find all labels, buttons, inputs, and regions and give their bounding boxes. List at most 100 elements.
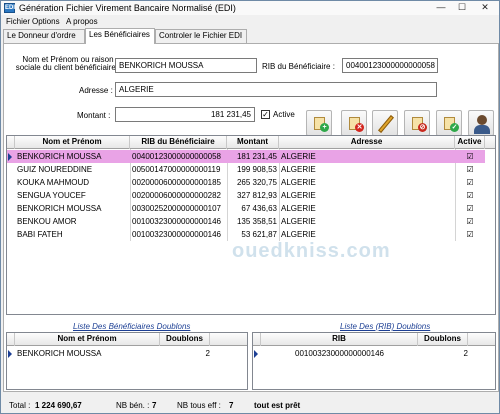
menu-bar: Fichier Options A propos (1, 16, 499, 28)
name-label-line2: sociale du client bénéficiaire : (15, 63, 121, 72)
add-button[interactable]: + (306, 110, 332, 136)
app-icon: EDI (4, 3, 16, 13)
name-cell: GUIZ NOUREDDINE (17, 165, 93, 174)
tab-donneur-ordre[interactable]: Le Donneur d'ordre (3, 29, 85, 43)
rib-cell: 00100323000000000146 (132, 217, 221, 226)
table-row[interactable]: KOUKA MAHMOUD 00200006000000000185 265 320… (7, 176, 485, 189)
menu-fichier[interactable]: Fichier (6, 17, 30, 26)
edit-icon (378, 115, 394, 133)
dup-rib-cell: 00100323000000000146 (295, 349, 384, 358)
minimize-button[interactable]: — (431, 1, 451, 15)
address-cell: ALGERIE (281, 217, 316, 226)
row-indicator-header (7, 333, 15, 346)
col-header-active[interactable]: Active (455, 136, 485, 149)
table-row[interactable]: BENKORICH MOUSSA 00300252000000000107 67 4… (7, 202, 485, 215)
menu-options[interactable]: Options (32, 17, 60, 26)
window-title: Génération Fichier Virement Bancaire Nor… (19, 3, 236, 13)
active-checkbox[interactable]: ☑ (455, 202, 485, 215)
table-row[interactable]: SENGUA YOUCEF 00200006000000000282 327 812… (7, 189, 485, 202)
name-cell: KOUKA MAHMOUD (17, 178, 90, 187)
dup-count-cell: 2 (463, 349, 468, 358)
dup-name-cell: BENKORICH MOUSSA (17, 349, 102, 358)
dup-count-cell: 2 (205, 349, 210, 358)
name-cell: SENGUA YOUCEF (17, 191, 86, 200)
address-cell: ALGERIE (281, 152, 316, 161)
amount-cell: 199 908,53 (236, 165, 277, 174)
table-row[interactable]: BENKORICH MOUSSA 00400123000000000058 181 … (7, 150, 485, 163)
current-row-indicator-icon (254, 350, 258, 358)
watermark-text: ouedkniss.com (232, 240, 391, 262)
status-bar: Total : 1 224 690,67 NB bén. : 7 NB tous… (1, 397, 499, 414)
amount-cell: 265 320,75 (236, 178, 277, 187)
rib-cell: 00500147000000000119 (132, 165, 221, 174)
active-checkbox[interactable]: ☑ (455, 228, 485, 241)
col-header-name[interactable]: Nom et Prénom (15, 333, 160, 346)
table-row[interactable]: BENKOU AMOR 00100323000000000146 135 358,5… (7, 215, 485, 228)
nb-tous-label: NB tous eff : (177, 401, 221, 410)
validate-button[interactable]: ✓ (436, 110, 462, 136)
name-cell: BABI FATEH (17, 230, 63, 239)
total-value: 1 224 690,67 (35, 401, 82, 410)
active-checkbox[interactable]: ☑ (455, 163, 485, 176)
table-header: Nom et Prénom RIB du Bénéficiaire Montan… (7, 136, 495, 149)
maximize-button[interactable]: ☐ (452, 1, 472, 15)
table-row[interactable]: GUIZ NOUREDDINE 00500147000000000119 199 9… (7, 163, 485, 176)
amount-cell: 181 231,45 (236, 152, 277, 161)
active-checkbox[interactable]: ✓ (261, 110, 270, 119)
rib-cell: 00200006000000000282 (132, 191, 221, 200)
amount-cell: 327 812,93 (236, 191, 277, 200)
col-header-name[interactable]: Nom et Prénom (15, 136, 130, 149)
delete-button[interactable]: ✕ (341, 110, 367, 136)
rib-cell: 00300252000000000107 (132, 204, 221, 213)
active-label: Active (273, 110, 295, 119)
dup-names-caption: Liste Des Bénéficiaires Doublons (73, 322, 191, 331)
close-button[interactable]: ✕ (471, 1, 499, 15)
nb-tous-value: 7 (229, 401, 234, 410)
cancel-button[interactable]: ⊘ (404, 110, 430, 136)
tab-beneficiaires[interactable]: Les Bénéficiaires (85, 28, 155, 44)
amount-cell: 135 358,51 (236, 217, 277, 226)
table-row[interactable]: BENKORICH MOUSSA 2 (7, 347, 213, 360)
rib-cell: 00200006000000000185 (132, 178, 221, 187)
active-checkbox[interactable]: ☑ (455, 215, 485, 228)
nb-ben-label: NB bén. : (116, 401, 150, 410)
address-cell: ALGERIE (281, 178, 316, 187)
col-header-doublons[interactable]: Doublons (418, 333, 468, 346)
beneficiaries-button[interactable] (468, 110, 494, 136)
active-checkbox[interactable]: ☑ (455, 189, 485, 202)
amount-input[interactable]: 181 231,45 (115, 107, 255, 122)
beneficiaries-icon (477, 115, 487, 125)
col-header-rib[interactable]: RIB (261, 333, 418, 346)
current-row-indicator-icon (8, 350, 12, 358)
name-cell: BENKORICH MOUSSA (17, 152, 102, 161)
col-header-amount[interactable]: Montant (227, 136, 279, 149)
menu-a-propos[interactable]: A propos (66, 17, 98, 26)
rib-label: RIB du Bénéficiaire : (262, 62, 335, 71)
table-row[interactable]: 00100323000000000146 2 (253, 347, 471, 360)
address-cell: ALGERIE (281, 191, 316, 200)
name-input[interactable]: BENKORICH MOUSSA (115, 58, 257, 73)
col-header-doublons[interactable]: Doublons (160, 333, 210, 346)
edit-button[interactable] (372, 110, 398, 136)
col-header-rib[interactable]: RIB du Bénéficiaire (130, 136, 227, 149)
name-cell: BENKOU AMOR (17, 217, 77, 226)
status-message: tout est prêt (254, 401, 301, 410)
col-header-address[interactable]: Adresse (279, 136, 455, 149)
address-label: Adresse : (79, 86, 113, 95)
address-input[interactable]: ALGERIE (115, 82, 437, 97)
delete-beneficiary-icon: ✕ (355, 123, 364, 132)
dup-ribs-caption: Liste Des (RIB) Doublons (340, 322, 431, 331)
address-cell: ALGERIE (281, 165, 316, 174)
validate-icon: ✓ (450, 123, 459, 132)
active-checkbox[interactable]: ☑ (455, 176, 485, 189)
rib-cell: 00100323000000000146 (132, 230, 221, 239)
table-header: Nom et Prénom Doublons (7, 333, 247, 346)
rib-input[interactable]: 00400123000000000058 (342, 58, 438, 73)
active-checkbox[interactable]: ☑ (455, 150, 485, 163)
beneficiaries-table: Nom et Prénom RIB du Bénéficiaire Montan… (6, 135, 496, 315)
row-indicator-header (7, 136, 15, 149)
tab-controler-fichier[interactable]: Controler le Fichier EDI (155, 29, 247, 43)
rib-cell: 00400123000000000058 (132, 152, 221, 161)
add-beneficiary-icon: + (320, 123, 329, 132)
cancel-icon: ⊘ (418, 123, 427, 132)
